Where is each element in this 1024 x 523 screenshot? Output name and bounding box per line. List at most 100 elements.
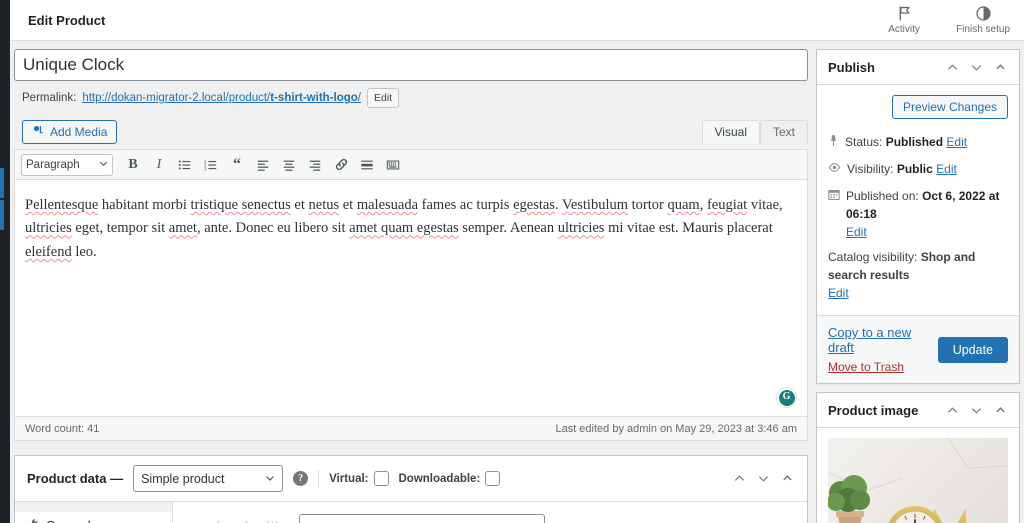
paragraph-format-select[interactable]: Paragraph xyxy=(21,153,113,176)
text-run: et xyxy=(290,197,309,213)
downloadable-checkbox-group[interactable]: Downloadable: xyxy=(399,471,501,486)
tab-visual[interactable]: Visual xyxy=(701,120,760,144)
align-right-icon[interactable] xyxy=(303,154,327,176)
virtual-checkbox[interactable] xyxy=(373,471,389,486)
product-image-title: Product image xyxy=(828,402,919,418)
spell-word: malesuada xyxy=(356,197,419,213)
sidebar-active-accent-2 xyxy=(0,200,4,230)
editor-paragraph: Pellentesque habitant morbi tristique se… xyxy=(25,194,797,264)
move-to-trash-link[interactable]: Move to Trash xyxy=(828,360,938,374)
published-on-edit-link[interactable]: Edit xyxy=(846,225,867,239)
pin-icon xyxy=(828,134,839,152)
text-run: fames ac turpis xyxy=(418,197,514,213)
product-image-panel: Product image xyxy=(816,392,1020,523)
permalink-link[interactable]: http://dokan-migrator-2.local/product/t-… xyxy=(82,92,361,104)
move-up-icon[interactable] xyxy=(731,471,747,487)
blockquote-icon[interactable]: “ xyxy=(225,154,249,176)
publish-actions: Copy to a new draft Move to Trash Update xyxy=(817,315,1019,383)
text-run: mi vitae est. Mauris placerat xyxy=(604,220,773,237)
product-type-select[interactable]: Simple product xyxy=(133,465,284,492)
tab-text[interactable]: Text xyxy=(759,120,808,144)
status-edit-link[interactable]: Edit xyxy=(946,135,967,149)
help-icon[interactable]: ? xyxy=(293,471,309,486)
move-up-icon[interactable] xyxy=(944,402,960,418)
media-icon xyxy=(32,124,45,140)
publish-action-links: Copy to a new draft Move to Trash xyxy=(828,325,938,374)
activity-button[interactable]: Activity xyxy=(878,5,930,35)
text-run: et xyxy=(339,197,357,213)
catalog-visibility-edit-link[interactable]: Edit xyxy=(828,286,849,300)
spell-word: egestas xyxy=(513,197,555,213)
spell-word: quam xyxy=(667,197,700,213)
edit-slug-button[interactable]: Edit xyxy=(366,88,400,108)
panel-order-controls xyxy=(731,471,795,487)
permalink-slug: t-shirt-with-logo xyxy=(270,92,358,104)
content-editor: Add Media Visual Text Paragraph B I 1 2 … xyxy=(14,120,808,441)
grammarly-icon: G xyxy=(778,389,795,406)
copy-to-new-draft-link[interactable]: Copy to a new draft xyxy=(828,325,938,355)
calendar-icon xyxy=(828,188,840,206)
permalink-trailing: / xyxy=(357,92,361,104)
preview-changes-button[interactable]: Preview Changes xyxy=(891,95,1008,119)
published-on-label: Published on: xyxy=(846,189,919,203)
side-column: Publish Preview Changes Status: Publishe… xyxy=(816,41,1020,523)
bulleted-list-icon[interactable] xyxy=(173,154,197,176)
text-run: leo. xyxy=(71,243,97,260)
grammarly-badge[interactable]: G xyxy=(776,387,797,408)
align-left-icon[interactable] xyxy=(251,154,275,176)
toggle-panel-icon[interactable] xyxy=(992,402,1008,418)
product-title-input[interactable] xyxy=(14,49,808,81)
admin-sidebar[interactable] xyxy=(0,0,10,523)
product-data-tabs: General xyxy=(15,502,173,523)
text-run: eget, tempor sit xyxy=(71,220,169,237)
spell-word: ultricies xyxy=(25,220,72,237)
visibility-value: Public xyxy=(896,162,933,176)
app-header: Edit Product Activity Finish setup xyxy=(10,0,1024,41)
insert-link-icon[interactable] xyxy=(329,154,353,176)
toggle-panel-icon[interactable] xyxy=(992,59,1008,75)
editor-toolbar: Paragraph B I 123 “ xyxy=(15,150,807,180)
italic-icon[interactable]: I xyxy=(147,154,171,176)
regular-price-input[interactable] xyxy=(299,514,545,523)
toggle-panel-icon[interactable] xyxy=(779,471,795,487)
add-media-button[interactable]: Add Media xyxy=(22,120,118,144)
spell-word: tristique senectus xyxy=(190,197,291,213)
move-up-icon[interactable] xyxy=(944,59,960,75)
read-more-icon[interactable] xyxy=(355,154,379,176)
publish-order-controls xyxy=(944,59,1008,75)
sidebar-active-accent xyxy=(0,168,4,198)
main-column: Permalink: http://dokan-migrator-2.local… xyxy=(14,41,808,523)
eye-icon xyxy=(828,161,841,179)
product-type-value: Simple product xyxy=(141,471,225,486)
move-down-icon[interactable] xyxy=(968,402,984,418)
bold-icon[interactable]: B xyxy=(121,154,145,176)
spell-word: netus xyxy=(308,197,340,213)
visibility-row: Visibility: Public Edit xyxy=(828,156,1008,183)
align-center-icon[interactable] xyxy=(277,154,301,176)
edit-product-screen: Edit Product Activity Finish setup Perma… xyxy=(0,0,1024,523)
product-image-header: Product image xyxy=(817,393,1019,428)
move-down-icon[interactable] xyxy=(968,59,984,75)
text-run: , xyxy=(699,197,707,213)
visibility-edit-link[interactable]: Edit xyxy=(936,162,957,176)
product-image-thumbnail[interactable] xyxy=(828,438,1008,523)
text-run: , ante. Donec eu libero sit xyxy=(196,220,350,237)
regular-price-row: Regular price ($) xyxy=(187,514,793,523)
spell-word: feugiat xyxy=(706,197,748,213)
spell-word: amet xyxy=(168,220,197,237)
finish-setup-button[interactable]: Finish setup xyxy=(956,5,1010,35)
product-data-body: General Regular price ($) xyxy=(15,502,807,523)
update-button[interactable]: Update xyxy=(937,336,1008,363)
toolbar-toggle-icon[interactable] xyxy=(381,154,405,176)
virtual-checkbox-group[interactable]: Virtual: xyxy=(329,471,389,486)
move-down-icon[interactable] xyxy=(755,471,771,487)
product-tab-general[interactable]: General xyxy=(15,512,172,523)
spell-word: eleifend xyxy=(25,243,72,260)
wrench-icon xyxy=(27,518,39,523)
virtual-label: Virtual: xyxy=(329,472,369,485)
downloadable-checkbox[interactable] xyxy=(485,471,501,486)
editor-content-area[interactable]: Pellentesque habitant morbi tristique se… xyxy=(15,180,807,416)
numbered-list-icon[interactable]: 123 xyxy=(199,154,223,176)
product-data-panel: Product data — Simple product ? Virtual: xyxy=(14,455,808,523)
text-run: tortor xyxy=(628,197,668,213)
